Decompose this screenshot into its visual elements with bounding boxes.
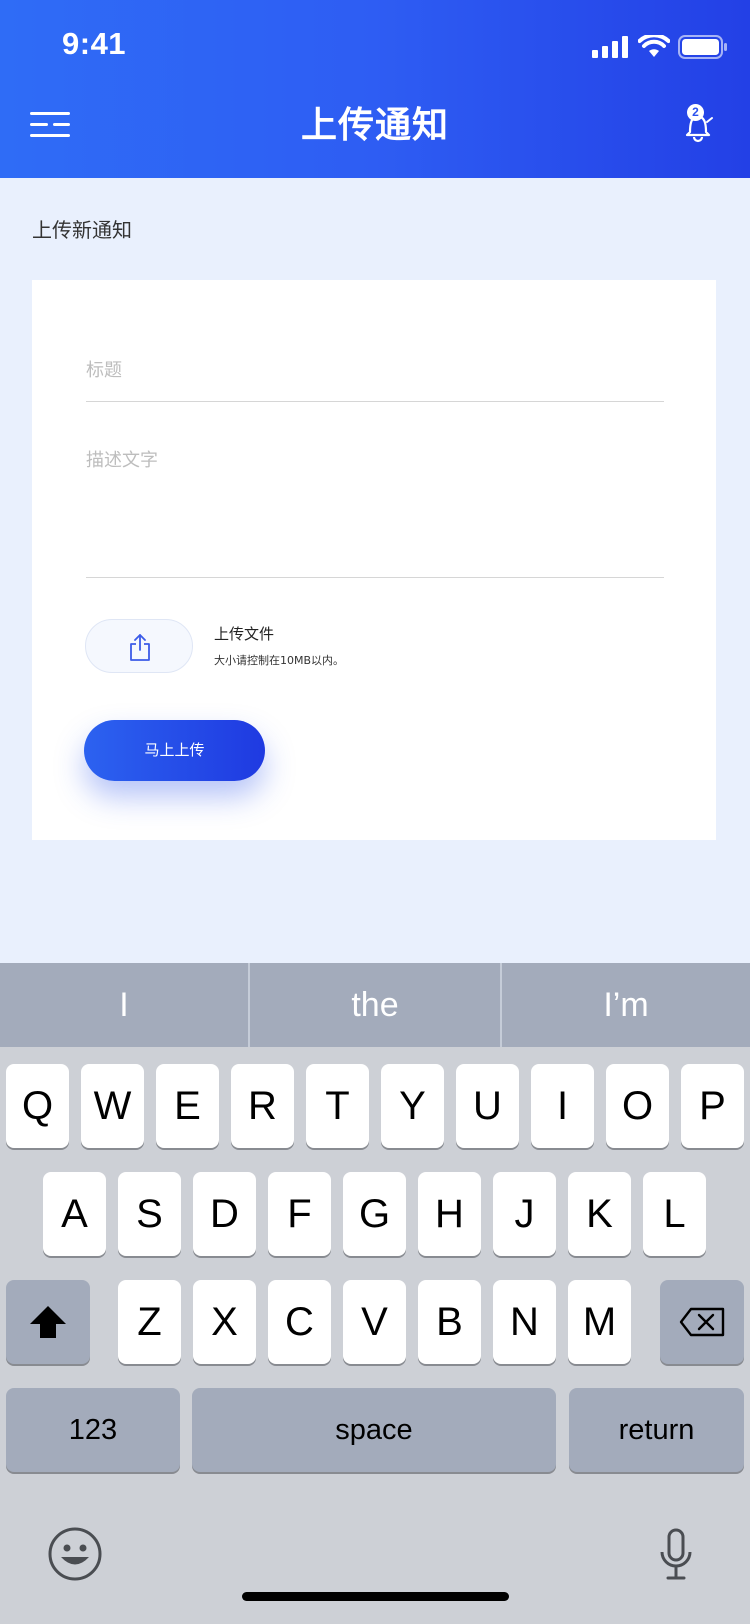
key-c[interactable]: C	[268, 1280, 331, 1364]
notification-badge: 2	[687, 104, 704, 121]
on-screen-keyboard: I the I’m Q W E R T Y U I O P A S D F G …	[0, 963, 750, 1624]
key-z[interactable]: Z	[118, 1280, 181, 1364]
key-k[interactable]: K	[568, 1172, 631, 1256]
description-textarea[interactable]: 描述文字	[86, 446, 158, 472]
status-icons	[592, 30, 727, 62]
key-x[interactable]: X	[193, 1280, 256, 1364]
description-underline	[86, 577, 664, 578]
key-v[interactable]: V	[343, 1280, 406, 1364]
key-q[interactable]: Q	[6, 1064, 69, 1148]
backspace-key[interactable]	[660, 1280, 744, 1364]
key-r[interactable]: R	[231, 1064, 294, 1148]
battery-icon	[678, 35, 727, 59]
key-p[interactable]: P	[681, 1064, 744, 1148]
page-title: 上传通知	[300, 105, 449, 146]
section-title: 上传新通知	[32, 218, 132, 242]
notification-bell[interactable]: 2	[682, 102, 714, 144]
backspace-icon	[679, 1307, 725, 1337]
upload-form-card: 标题 描述文字 上传文件 大小请控制在10MB以内。 马上上传	[32, 280, 716, 840]
key-y[interactable]: Y	[381, 1064, 444, 1148]
share-upload-icon	[130, 634, 150, 661]
key-n[interactable]: N	[493, 1280, 556, 1364]
key-j[interactable]: J	[493, 1172, 556, 1256]
numbers-key[interactable]: 123	[6, 1388, 180, 1472]
home-indicator	[242, 1592, 509, 1601]
suggestion-bar: I the I’m	[0, 963, 750, 1047]
suggestion-1[interactable]: I	[0, 963, 248, 1047]
key-t[interactable]: T	[306, 1064, 369, 1148]
key-a[interactable]: A	[43, 1172, 106, 1256]
key-g[interactable]: G	[343, 1172, 406, 1256]
key-i[interactable]: I	[531, 1064, 594, 1148]
return-key[interactable]: return	[569, 1388, 744, 1472]
key-m[interactable]: M	[568, 1280, 631, 1364]
upload-file-button[interactable]	[85, 619, 193, 673]
key-w[interactable]: W	[81, 1064, 144, 1148]
emoji-icon[interactable]	[47, 1526, 103, 1582]
suggestion-2[interactable]: the	[250, 963, 500, 1047]
upload-size-hint: 大小请控制在10MB以内。	[214, 654, 345, 667]
status-time: 9:41	[62, 26, 127, 61]
key-f[interactable]: F	[268, 1172, 331, 1256]
upload-file-label: 上传文件	[214, 625, 275, 643]
key-l[interactable]: L	[643, 1172, 706, 1256]
key-h[interactable]: H	[418, 1172, 481, 1256]
title-input[interactable]: 标题	[86, 356, 122, 382]
shift-arrow-icon	[30, 1306, 66, 1338]
app-header: 9:41 上传通知 2	[0, 0, 750, 178]
wifi-icon	[638, 35, 670, 57]
key-o[interactable]: O	[606, 1064, 669, 1148]
submit-upload-button[interactable]: 马上上传	[84, 720, 265, 781]
key-s[interactable]: S	[118, 1172, 181, 1256]
key-d[interactable]: D	[193, 1172, 256, 1256]
shift-key[interactable]	[6, 1280, 90, 1364]
space-key[interactable]: space	[192, 1388, 556, 1472]
key-u[interactable]: U	[456, 1064, 519, 1148]
key-e[interactable]: E	[156, 1064, 219, 1148]
signal-icon	[592, 36, 628, 58]
microphone-icon[interactable]	[658, 1528, 694, 1582]
suggestion-3[interactable]: I’m	[502, 963, 750, 1047]
key-b[interactable]: B	[418, 1280, 481, 1364]
title-underline	[86, 401, 664, 402]
